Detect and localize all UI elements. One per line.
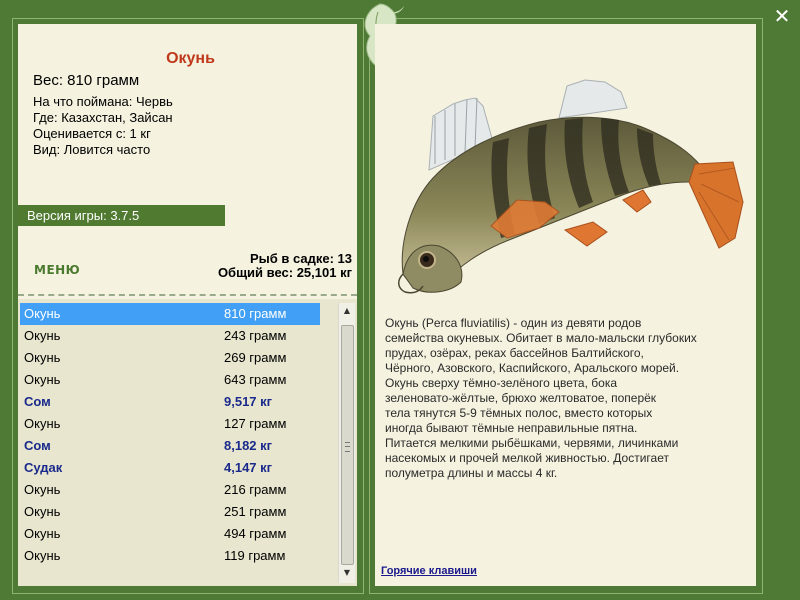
fish-list-row[interactable]: Окунь 810 грамм xyxy=(20,303,320,325)
dashed-divider xyxy=(18,294,357,296)
fish-row-weight: 216 грамм xyxy=(224,482,287,497)
fish-list-row[interactable]: Сом 9,517 кг xyxy=(20,391,320,413)
fish-row-name: Окунь xyxy=(24,350,61,365)
fish-list-row[interactable]: Окунь 251 грамм xyxy=(20,501,320,523)
scroll-thumb[interactable] xyxy=(341,325,354,565)
fish-description: Окунь (Perca fluviatilis) - один из девя… xyxy=(385,316,755,481)
fish-list-row[interactable]: Окунь 269 грамм xyxy=(20,347,320,369)
fish-list-row[interactable]: Окунь 216 грамм xyxy=(20,479,320,501)
fish-list-row[interactable]: Окунь 643 грамм xyxy=(20,369,320,391)
fish-row-name: Окунь xyxy=(24,328,61,343)
fish-title: Окунь xyxy=(166,50,215,67)
fish-row-weight: 119 грамм xyxy=(224,548,286,563)
fish-row-weight: 251 грамм xyxy=(224,504,287,519)
fish-row-weight: 643 грамм xyxy=(224,372,287,387)
description-line: насекомых и прочей мелкой живностью. Дос… xyxy=(385,451,669,465)
catch-stats: Рыб в садке: 13 Общий вес: 25,101 кг xyxy=(218,252,352,280)
fish-row-name: Окунь xyxy=(24,504,61,519)
fish-description-panel: Окунь (Perca fluviatilis) - один из девя… xyxy=(375,24,756,586)
fish-weight: Вес: 810 грамм xyxy=(33,72,140,89)
arrow-up-icon: ▲ xyxy=(343,306,351,315)
fish-row-weight: 810 грамм xyxy=(224,306,287,321)
close-button[interactable]: ✕ xyxy=(771,5,793,27)
fish-row-name: Окунь xyxy=(24,416,61,431)
fish-row-name: Окунь xyxy=(24,372,61,387)
scroll-up-button[interactable]: ▲ xyxy=(339,303,355,319)
close-icon: ✕ xyxy=(773,4,791,28)
fish-list-row[interactable]: Окунь 127 грамм xyxy=(20,413,320,435)
scroll-down-button[interactable]: ▼ xyxy=(339,565,355,581)
fish-row-name: Окунь xyxy=(24,526,61,541)
description-line: Чёрного, Азовского, Каспийского, Аральск… xyxy=(385,361,680,375)
fish-row-name: Сом xyxy=(24,394,51,409)
fish-list-row[interactable]: Окунь 243 грамм xyxy=(20,325,320,347)
arrow-down-icon: ▼ xyxy=(343,568,351,577)
list-scrollbar[interactable]: ▲ ▼ xyxy=(338,303,355,583)
menu-button[interactable]: МЕНЮ xyxy=(34,263,80,277)
description-line: прудах, озёрах, реках бассейнов Балтийск… xyxy=(385,346,644,360)
fish-frequency: Вид: Ловится часто xyxy=(33,142,151,157)
perch-fish-image xyxy=(398,79,744,294)
description-line: Окунь (Perca fluviatilis) - один из девя… xyxy=(385,316,642,330)
fish-list: Окунь 810 грамм Окунь 243 грамм Окунь 269 гра… xyxy=(18,299,357,586)
total-weight: Общий вес: 25,101 кг xyxy=(217,265,352,280)
app-window: ✕ Окунь Вес: 810 грамм На что поймана: Ч… xyxy=(0,0,800,600)
description-line: полуметра длины и массы 4 кг. xyxy=(385,466,558,480)
fish-caught-on: На что поймана: Червь xyxy=(33,94,173,109)
fish-row-name: Судак xyxy=(24,460,63,475)
version-bar: Версия игры: 3.7.5 xyxy=(18,205,225,226)
fish-row-name: Окунь xyxy=(24,306,61,321)
description-line: Окунь сверху тёмно-зелёного цвета, бока xyxy=(385,376,618,390)
fish-row-weight: 494 грамм xyxy=(224,526,287,541)
fish-row-weight: 269 грамм xyxy=(224,350,287,365)
fish-list-row[interactable]: Окунь 119 грамм xyxy=(20,545,320,567)
fish-row-name: Окунь xyxy=(24,482,61,497)
description-line: тела тянутся 5-9 тёмных полос, вместо ко… xyxy=(385,406,653,420)
hotkeys-link[interactable]: Горячие клавиши xyxy=(381,565,477,577)
description-line: семейства окуневых. Обитает в мало-мальс… xyxy=(385,331,697,345)
description-line: иногда бывают тёмные неправильные пятна. xyxy=(385,421,638,435)
fish-row-weight: 8,182 кг xyxy=(224,438,273,453)
fish-valued-from: Оценивается с: 1 кг xyxy=(33,126,151,141)
fish-list-row[interactable]: Судак 4,147 кг xyxy=(20,457,320,479)
fish-row-name: Сом xyxy=(24,438,51,453)
description-line: зеленовато-жёлтые, брюхо желтоватое, поп… xyxy=(385,391,657,405)
fish-row-weight: 127 грамм xyxy=(224,416,287,431)
fish-list-row[interactable]: Сом 8,182 кг xyxy=(20,435,320,457)
fish-row-weight: 9,517 кг xyxy=(224,394,273,409)
fish-count: Рыб в садке: 13 xyxy=(249,251,352,266)
fish-location: Где: Казахстан, Зайсан xyxy=(33,110,173,125)
grip-icon xyxy=(345,442,350,452)
fish-row-name: Окунь xyxy=(24,548,61,563)
description-line: Питается мелкими рыбёшками, червями, лич… xyxy=(385,436,679,450)
fish-row-weight: 243 грамм xyxy=(224,328,287,343)
fish-list-row[interactable]: Окунь 494 грамм xyxy=(20,523,320,545)
fish-row-weight: 4,147 кг xyxy=(224,460,273,475)
fish-info-panel: Окунь Вес: 810 грамм На что поймана: Чер… xyxy=(18,24,357,586)
